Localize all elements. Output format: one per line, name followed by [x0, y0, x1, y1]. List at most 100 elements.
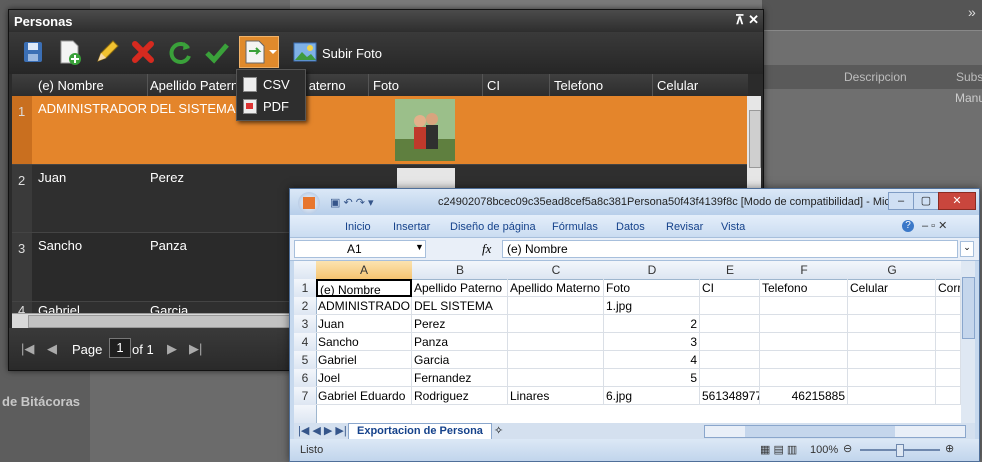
- sheet-cell[interactable]: [508, 333, 604, 351]
- sheet-cell[interactable]: Celular: [848, 279, 936, 297]
- sheet-cell[interactable]: [760, 369, 848, 387]
- sheet-cell[interactable]: Sancho: [316, 333, 412, 351]
- sheet-cell[interactable]: [760, 297, 848, 315]
- tab-insertar[interactable]: Insertar: [393, 221, 430, 233]
- sheet-cell[interactable]: [508, 315, 604, 333]
- row-header[interactable]: 2: [294, 297, 317, 316]
- zoom-slider-thumb[interactable]: [896, 444, 904, 457]
- sheet-cell[interactable]: 2: [604, 315, 700, 333]
- sheet-cell[interactable]: 46215885: [760, 387, 848, 405]
- column-header[interactable]: F: [760, 261, 849, 280]
- menu-item-csv[interactable]: CSV: [237, 73, 305, 95]
- column-header[interactable]: B: [412, 261, 509, 280]
- sheet-cell[interactable]: [508, 369, 604, 387]
- sheet-cell[interactable]: [848, 315, 936, 333]
- row-header[interactable]: [294, 405, 317, 424]
- sheet-cell[interactable]: Joel: [316, 369, 412, 387]
- sheet-cell[interactable]: Fernandez: [412, 369, 508, 387]
- minimize-icon[interactable]: –: [888, 192, 914, 210]
- sheet-cell[interactable]: CI: [700, 279, 760, 297]
- sheet-cell[interactable]: [936, 315, 961, 333]
- sheet-cell[interactable]: Linares: [508, 387, 604, 405]
- sheet-cell[interactable]: 3: [604, 333, 700, 351]
- col-foto[interactable]: Foto: [373, 78, 399, 93]
- expand-formula-icon[interactable]: ⌄: [960, 241, 974, 257]
- refresh-icon[interactable]: [166, 38, 194, 66]
- sheet-cell[interactable]: Rodriguez: [412, 387, 508, 405]
- sheet-cell[interactable]: [508, 351, 604, 369]
- sheet-cell[interactable]: [700, 351, 760, 369]
- column-header[interactable]: C: [508, 261, 605, 280]
- sheet-cell[interactable]: [700, 369, 760, 387]
- sheet-cell[interactable]: [848, 387, 936, 405]
- column-header[interactable]: E: [700, 261, 761, 280]
- expand-icon[interactable]: »: [968, 4, 976, 20]
- sheet-cell[interactable]: Foto: [604, 279, 700, 297]
- zoom-in-icon[interactable]: ⊕: [945, 442, 954, 455]
- bitacoras-label[interactable]: de Bitácoras: [2, 394, 80, 409]
- tab-vista[interactable]: Vista: [721, 221, 745, 233]
- tab-inicio[interactable]: Inicio: [345, 221, 371, 233]
- sheet-cell[interactable]: [700, 297, 760, 315]
- sheet-cell[interactable]: DEL SISTEMA: [412, 297, 508, 315]
- row-header[interactable]: 7: [294, 387, 317, 406]
- sheet-cell[interactable]: [936, 333, 961, 351]
- row-header[interactable]: 5: [294, 351, 317, 370]
- sheet-cell[interactable]: [848, 351, 936, 369]
- sheet-cell[interactable]: [848, 333, 936, 351]
- col-ci[interactable]: CI: [487, 78, 500, 93]
- sheet-cell[interactable]: Juan: [316, 315, 412, 333]
- sheet-cell[interactable]: [760, 333, 848, 351]
- column-header[interactable]: A: [316, 261, 413, 280]
- close-icon[interactable]: ✕: [938, 192, 976, 210]
- sheet-cell[interactable]: 561348977: [700, 387, 760, 405]
- name-box[interactable]: A1 ▼: [294, 240, 426, 258]
- export-menu-button[interactable]: [239, 36, 279, 68]
- sheet-cell[interactable]: 4: [604, 351, 700, 369]
- delete-icon[interactable]: [129, 38, 157, 66]
- column-header[interactable]: D: [604, 261, 701, 280]
- tab-datos[interactable]: Datos: [616, 221, 645, 233]
- new-document-icon[interactable]: [55, 38, 83, 66]
- edit-pencil-icon[interactable]: [93, 38, 121, 66]
- select-all-corner[interactable]: [294, 261, 317, 280]
- row-header[interactable]: 6: [294, 369, 317, 388]
- zoom-level[interactable]: 100%: [810, 444, 838, 456]
- next-page-icon[interactable]: ▶: [167, 341, 177, 357]
- excel-titlebar[interactable]: ▣ ↶ ↷ ▾ c24902078bcec09c35ead8cef5a8c381…: [290, 189, 979, 215]
- sheet-cell[interactable]: [508, 297, 604, 315]
- sheet-cell[interactable]: (e) Nombre: [316, 279, 412, 297]
- sheet-cell[interactable]: [760, 315, 848, 333]
- sheet-nav-icons[interactable]: |◀ ◀ ▶ ▶|: [298, 424, 347, 437]
- sheet-cell[interactable]: Apellido Materno: [508, 279, 604, 297]
- quick-access-icons[interactable]: ▣ ↶ ↷ ▾: [330, 196, 374, 209]
- sheet-cell[interactable]: [936, 351, 961, 369]
- sheet-cell[interactable]: [760, 351, 848, 369]
- close-icon[interactable]: ✕: [748, 12, 759, 27]
- sheet-cell[interactable]: [936, 297, 961, 315]
- col-apellido-paterno[interactable]: Apellido Paterno: [150, 78, 245, 93]
- sheet-cell[interactable]: Garcia: [412, 351, 508, 369]
- column-header-partial[interactable]: [936, 261, 962, 280]
- spreadsheet-grid[interactable]: A B C D E F G 1 (e) Nombre Apellido Patern…: [294, 261, 962, 442]
- sheet-cell[interactable]: [848, 369, 936, 387]
- table-row[interactable]: 1 ADMINISTRADOR DEL SISTEMA: [12, 96, 748, 165]
- sheet-cell[interactable]: [848, 297, 936, 315]
- sheet-cell[interactable]: Apellido Paterno: [412, 279, 508, 297]
- sheet-cell[interactable]: Gabriel Eduardo: [316, 387, 412, 405]
- sheet-cell[interactable]: Corr: [936, 279, 961, 297]
- col-telefono[interactable]: Telefono: [554, 78, 603, 93]
- sheet-cell[interactable]: [936, 387, 961, 405]
- insert-sheet-icon[interactable]: ✧: [494, 424, 503, 437]
- fx-icon[interactable]: fx: [482, 241, 491, 257]
- save-icon[interactable]: [19, 38, 47, 66]
- ribbon-window-controls[interactable]: – ▫ ✕: [922, 219, 947, 232]
- window-titlebar[interactable]: Personas ⊼ ✕: [9, 10, 763, 32]
- first-page-icon[interactable]: |◀: [21, 341, 34, 357]
- pin-icon[interactable]: ⊼: [735, 12, 745, 27]
- view-mode-icons[interactable]: ▦ ▤ ▥: [760, 443, 797, 456]
- prev-page-icon[interactable]: ◀: [47, 341, 57, 357]
- sheet-cell[interactable]: 6.jpg: [604, 387, 700, 405]
- row-header[interactable]: 1: [294, 279, 317, 298]
- sheet-vertical-scrollbar[interactable]: [961, 261, 975, 423]
